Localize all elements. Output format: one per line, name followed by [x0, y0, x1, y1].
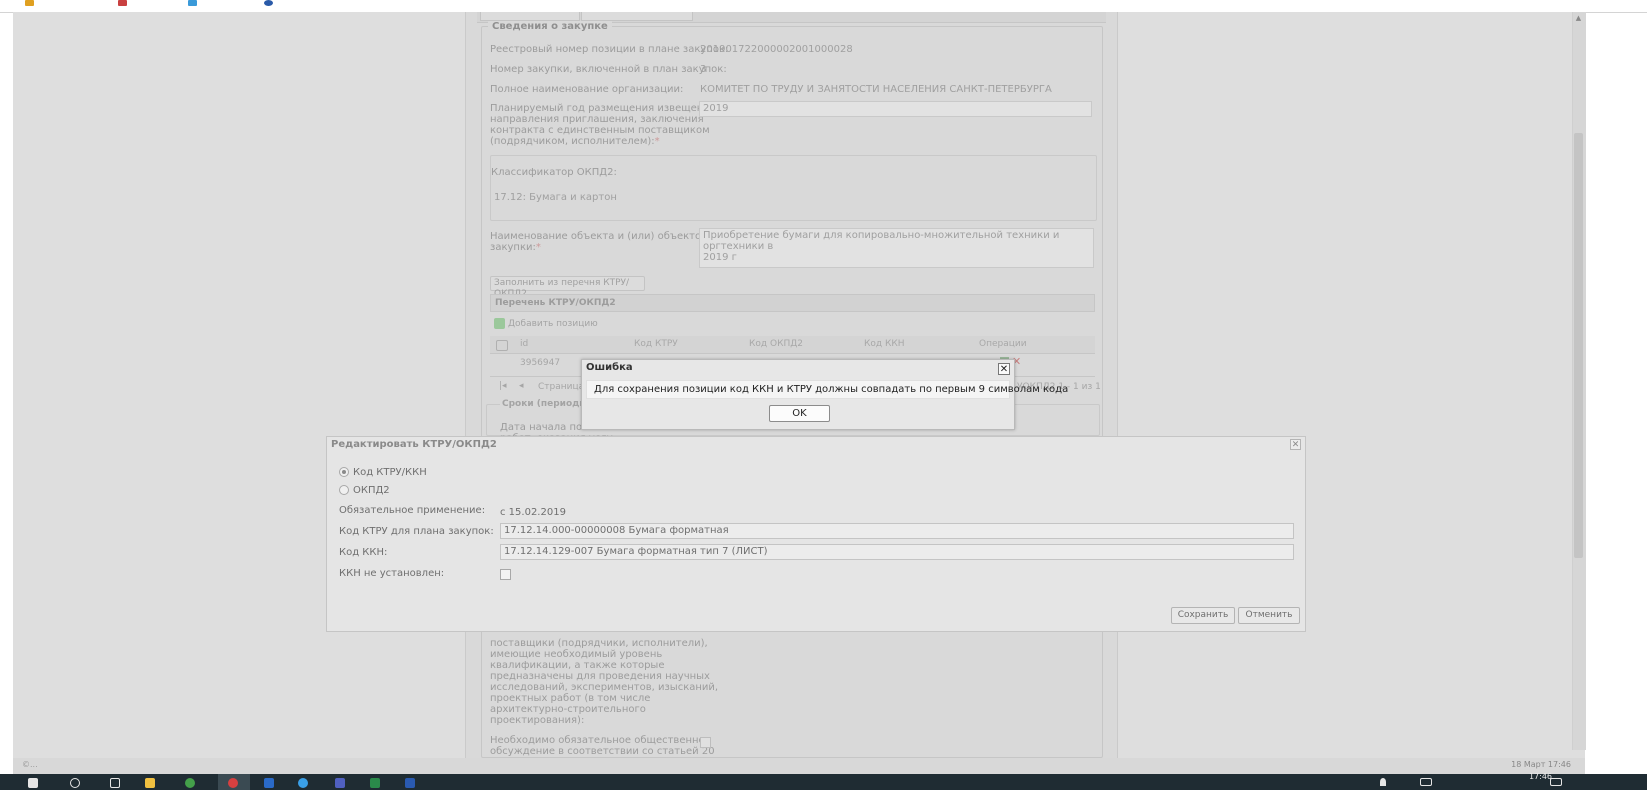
discussion-label-line: обсуждение в соответствии со статьей 20: [490, 746, 715, 757]
tab-general[interactable]: [480, 12, 580, 21]
year-input[interactable]: 2019: [699, 101, 1092, 117]
column-header-ktru[interactable]: Код КТРУ: [634, 336, 678, 352]
object-value-line: 2019 г: [703, 252, 737, 263]
toolbar-icon[interactable]: [25, 0, 34, 6]
discussion-label-line: Необходимо обязательное общественное: [490, 735, 711, 746]
qualification-line: имеющие необходимый уровень: [490, 649, 663, 660]
mandatory-value: с 15.02.2019: [500, 507, 566, 518]
purchase-number-label: Номер закупки, включенной в план закупок…: [490, 64, 727, 75]
qualification-line: поставщики (подрядчики, исполнители),: [490, 638, 708, 649]
grid-cell-id: 3956947: [520, 358, 561, 368]
organization-label: Полное наименование организации:: [490, 84, 684, 95]
column-header-operations: Операции: [979, 339, 1027, 349]
taskbar-clock[interactable]: 17:46: [1529, 772, 1552, 781]
folder-icon[interactable]: [145, 778, 155, 788]
kkn-code-input[interactable]: 17.12.14.129-007 Бумага форматная тип 7 …: [500, 544, 1294, 560]
qualification-label: поставщики (подрядчики, исполнители), им…: [490, 638, 718, 726]
period-legend: Сроки (периоди: [500, 399, 588, 409]
column-header-okpd[interactable]: Код ОКПД2: [749, 336, 803, 352]
qualification-line: предназначены для проведения научных: [490, 671, 710, 682]
qualification-line: проектирования):: [490, 715, 585, 726]
column-header-id[interactable]: id: [520, 336, 528, 352]
fill-from-list-button[interactable]: Заполнить из перечня КТРУ/ОКПД2: [490, 276, 645, 299]
object-label-line: закупки:*: [490, 242, 541, 253]
ktru-code-label: Код КТРУ для плана закупок:: [339, 526, 494, 537]
add-position-button[interactable]: Добавить позицию: [508, 319, 598, 329]
error-dialog-title: Ошибка: [586, 362, 633, 373]
qualification-line: исследований, экспериментов, изысканий,: [490, 682, 719, 693]
mandatory-label: Обязательное применение:: [339, 505, 486, 516]
word-icon[interactable]: [405, 778, 415, 788]
display-tray-icon[interactable]: [1420, 778, 1432, 786]
year-label-line: контракта с единственным поставщиком: [490, 125, 710, 136]
ok-button[interactable]: OK: [769, 405, 830, 422]
status-bar: [13, 758, 1585, 774]
user-tray-icon[interactable]: [1380, 778, 1386, 786]
scrollbar-thumb[interactable]: [1574, 133, 1583, 558]
scroll-up-arrow-icon[interactable]: ▲: [1574, 14, 1583, 23]
column-header-kkn[interactable]: Код ККН: [864, 336, 905, 352]
registry-number-value: 201901722000002001000028: [700, 44, 853, 55]
task-view-icon[interactable]: [110, 778, 120, 788]
first-page-icon[interactable]: |◂: [499, 381, 507, 391]
notifications-icon[interactable]: [1550, 778, 1562, 786]
year-label-line: (подрядчиком, исполнителем):*: [490, 136, 660, 147]
excel-icon[interactable]: [370, 778, 380, 788]
radio-okpd2-label[interactable]: ОКПД2: [353, 485, 390, 496]
grid-filter-icon[interactable]: [496, 340, 508, 351]
search-icon[interactable]: [70, 778, 80, 788]
qualification-line: квалификации, а также которые: [490, 660, 665, 671]
year-label-line: Планируемый год размещения извещения,: [490, 103, 720, 114]
prev-page-icon[interactable]: ◂: [519, 381, 524, 391]
year-label: Планируемый год размещения извещения, на…: [490, 103, 719, 147]
status-datetime: 18 Март 17:46: [1511, 760, 1571, 769]
tab-second[interactable]: [581, 12, 693, 21]
error-dialog-close-icon[interactable]: ✕: [998, 363, 1010, 375]
discussion-checkbox[interactable]: [700, 737, 711, 748]
cancel-button[interactable]: Отменить: [1238, 607, 1300, 624]
qualification-line: проектных работ (в том числе: [490, 693, 651, 704]
ktru-code-input[interactable]: 17.12.14.000-00000008 Бумага форматная: [500, 523, 1294, 539]
okpd-box: [490, 155, 1097, 221]
save-button[interactable]: Сохранить: [1171, 607, 1235, 624]
toolbar-icon[interactable]: [188, 0, 197, 6]
opera-icon[interactable]: [228, 778, 238, 788]
year-label-line: направления приглашения, заключения: [490, 114, 704, 125]
app-icon[interactable]: [335, 778, 345, 788]
fieldset-legend: Сведения о закупке: [488, 21, 612, 32]
ktru-list-title: Перечень КТРУ/ОКПД2: [495, 298, 616, 308]
organization-value: КОМИТЕТ ПО ТРУДУ И ЗАНЯТОСТИ НАСЕЛЕНИЯ С…: [700, 84, 1052, 95]
pager-label: Страница: [538, 382, 585, 392]
status-left-text: ©...: [22, 760, 38, 769]
qualification-line: архитектурно-строительного: [490, 704, 646, 715]
object-value-line: Приобретение бумаги для копировально-мно…: [703, 230, 1060, 252]
toolbar-icon[interactable]: [118, 0, 127, 6]
kkn-missing-label: ККН не установлен:: [339, 568, 445, 579]
registry-number-label: Реестровый номер позиции в плане закупок…: [490, 44, 729, 55]
kkn-missing-checkbox[interactable]: [500, 569, 511, 580]
kkn-code-label: Код ККН:: [339, 547, 388, 558]
purchase-number-value: 3: [700, 64, 707, 75]
object-name-textarea[interactable]: Приобретение бумаги для копировально-мно…: [699, 228, 1094, 268]
chrome-icon[interactable]: [185, 778, 195, 788]
error-message: Для сохранения позиции код ККН и КТРУ до…: [594, 384, 1069, 395]
outlook-icon[interactable]: [264, 778, 274, 788]
radio-ktru-kkn[interactable]: [339, 467, 349, 477]
okpd-value: 17.12: Бумага и картон: [494, 192, 617, 203]
browser-icon[interactable]: [298, 778, 308, 788]
radio-okpd2[interactable]: [339, 485, 349, 495]
start-icon[interactable]: [28, 778, 38, 788]
discussion-label: Необходимо обязательное общественное обс…: [490, 735, 715, 757]
radio-ktru-kkn-label[interactable]: Код КТРУ/ККН: [353, 467, 427, 478]
toolbar-icon[interactable]: [264, 0, 273, 6]
edit-dialog-title: Редактировать КТРУ/ОКПД2: [331, 439, 497, 450]
add-icon[interactable]: [494, 318, 505, 329]
object-label: Наименование объекта и (или) объектов за…: [490, 231, 707, 253]
object-label-line: Наименование объекта и (или) объектов: [490, 231, 707, 242]
okpd-label: Классификатор ОКПД2:: [491, 167, 617, 178]
edit-dialog-close-icon[interactable]: ✕: [1290, 439, 1301, 450]
